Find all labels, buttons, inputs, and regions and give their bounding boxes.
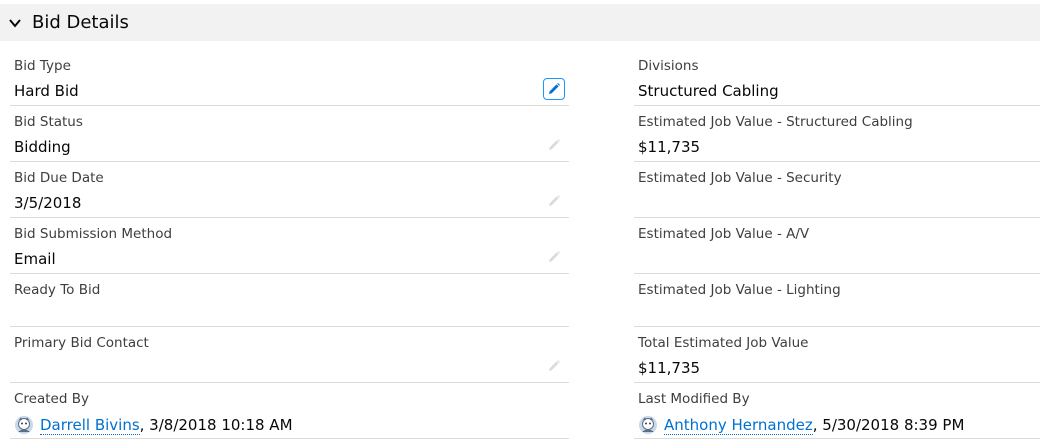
field-label: Estimated Job Value - Lighting [638,282,841,298]
field-label: Bid Submission Method [14,226,173,242]
field-label: Divisions [638,58,699,74]
field-label: Created By [14,391,89,407]
field-created-by: Created By Darrell Bivins , 3/8/2018 10:… [10,383,569,439]
field-label: Bid Due Date [14,170,104,186]
field-bid-type: Bid Type Hard Bid [10,50,569,106]
right-column: Divisions Structured Cabling Estimated J… [634,50,1040,439]
field-divisions: Divisions Structured Cabling [634,50,1040,106]
field-last-modified-by: Last Modified By Anthony Hernandez , 5/3… [634,383,1040,439]
created-by-user-link[interactable]: Darrell Bivins [40,416,140,435]
field-est-job-value-av: Estimated Job Value - A/V [634,218,1040,274]
field-est-job-value-structured-cabling: Estimated Job Value - Structured Cabling… [634,106,1040,162]
field-label: Total Estimated Job Value [638,335,809,351]
edit-bid-status-button[interactable] [543,134,565,156]
last-modified-date: , 5/30/2018 8:39 PM [812,416,965,434]
user-avatar-icon [638,415,658,435]
pencil-icon [549,251,560,262]
user-avatar-icon [14,415,34,435]
edit-bid-submission-method-button[interactable] [543,246,565,268]
field-label: Ready To Bid [14,282,101,298]
edit-primary-bid-contact-button[interactable] [543,355,565,377]
field-value: Anthony Hernandez , 5/30/2018 8:39 PM [638,415,964,435]
field-value: Structured Cabling [638,82,779,100]
field-label: Estimated Job Value - Security [638,170,842,186]
field-value: Bidding [14,138,71,156]
field-bid-due-date: Bid Due Date 3/5/2018 [10,162,569,218]
field-value: Email [14,250,56,268]
pencil-icon [549,195,560,206]
chevron-down-icon [8,16,22,30]
pencil-icon [549,139,560,150]
field-label: Bid Status [14,114,83,130]
field-value: $11,735 [638,359,701,377]
field-value: Darrell Bivins , 3/8/2018 10:18 AM [14,415,293,435]
field-label: Estimated Job Value - A/V [638,226,810,242]
field-ready-to-bid: Ready To Bid [10,274,569,327]
left-column: Bid Type Hard Bid Bid Status Bidding Bid… [10,50,569,439]
field-primary-bid-contact: Primary Bid Contact [10,327,569,383]
field-label: Primary Bid Contact [14,335,149,351]
created-by-date: , 3/8/2018 10:18 AM [139,416,293,434]
field-label: Last Modified By [638,391,750,407]
field-label: Estimated Job Value - Structured Cabling [638,114,913,130]
field-est-job-value-security: Estimated Job Value - Security [634,162,1040,218]
field-value: 3/5/2018 [14,194,82,212]
pencil-icon [549,83,560,94]
field-bid-submission-method: Bid Submission Method Email [10,218,569,274]
section-header-bid-details[interactable]: Bid Details [0,4,1040,41]
field-total-estimated-job-value: Total Estimated Job Value $11,735 [634,327,1040,383]
field-value: $11,735 [638,138,701,156]
section-title: Bid Details [32,12,129,33]
last-modified-by-user-link[interactable]: Anthony Hernandez [664,416,813,435]
edit-bid-due-date-button[interactable] [543,190,565,212]
field-est-job-value-lighting: Estimated Job Value - Lighting [634,274,1040,327]
field-bid-status: Bid Status Bidding [10,106,569,162]
field-label: Bid Type [14,58,71,74]
pencil-icon [549,360,560,371]
edit-bid-type-button[interactable] [543,78,565,100]
field-value: Hard Bid [14,82,79,100]
